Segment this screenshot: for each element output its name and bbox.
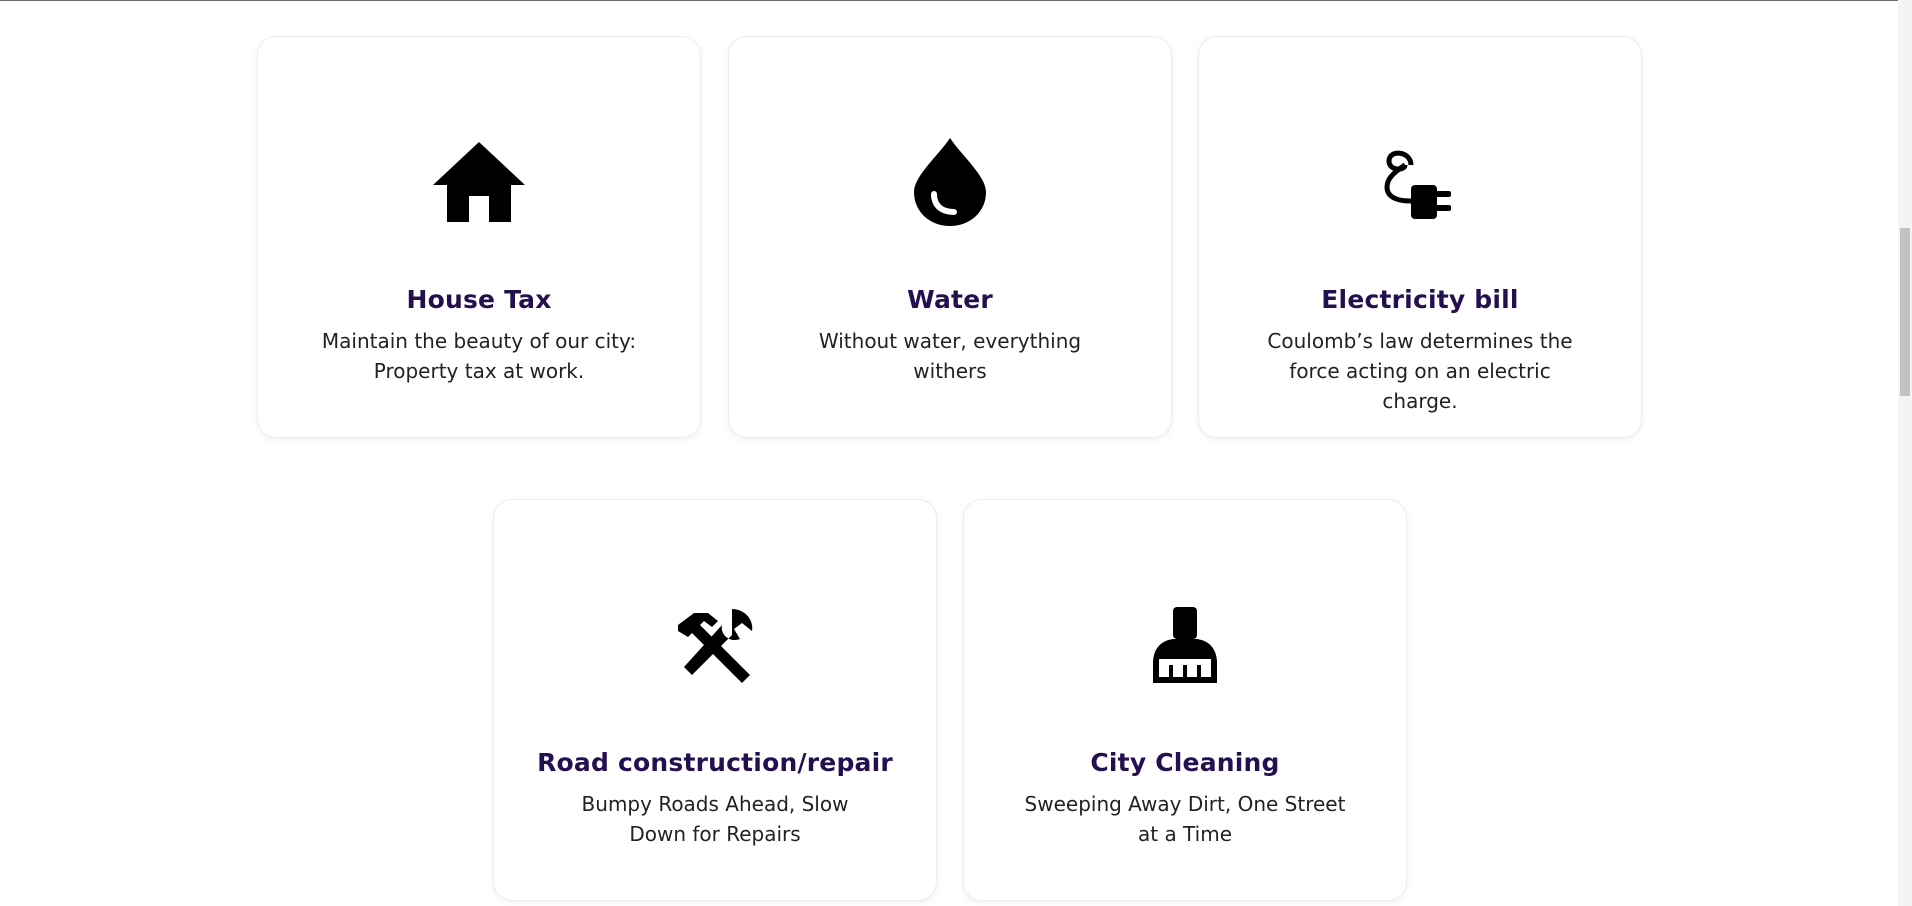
service-title: Road construction/repair xyxy=(537,748,893,777)
service-description: Sweeping Away Dirt, One Street at a Time xyxy=(1024,792,1346,846)
scrollbar-thumb[interactable] xyxy=(1900,228,1910,396)
service-card-road-construction[interactable]: Road construction/repair Bumpy Roads Ahe… xyxy=(494,500,936,900)
service-card-electricity-bill[interactable]: Electricity bill Coulomb’s law determine… xyxy=(1199,37,1641,437)
service-description: Coulomb’s law determines the force actin… xyxy=(1267,329,1573,413)
service-title: Electricity bill xyxy=(1321,285,1519,314)
service-title: Water xyxy=(907,285,993,314)
service-card-house-tax[interactable]: House Tax Maintain the beauty of our cit… xyxy=(258,37,700,437)
hammer-wrench-icon xyxy=(665,595,765,695)
services-grid: House Tax Maintain the beauty of our cit… xyxy=(0,0,1898,906)
water-drop-icon xyxy=(900,132,1000,232)
service-card-water[interactable]: Water Without water, everything withers xyxy=(729,37,1171,437)
service-description: Bumpy Roads Ahead, Slow Down for Repairs xyxy=(581,792,849,846)
house-icon xyxy=(429,132,529,232)
service-description: Without water, everything withers xyxy=(818,329,1082,383)
service-title: City Cleaning xyxy=(1090,748,1280,777)
broom-icon xyxy=(1135,595,1235,695)
service-title: House Tax xyxy=(406,285,552,314)
plug-icon xyxy=(1370,132,1470,232)
service-card-city-cleaning[interactable]: City Cleaning Sweeping Away Dirt, One St… xyxy=(964,500,1406,900)
service-description: Maintain the beauty of our city: Propert… xyxy=(321,329,637,383)
scrollbar-track[interactable] xyxy=(1898,0,1912,906)
